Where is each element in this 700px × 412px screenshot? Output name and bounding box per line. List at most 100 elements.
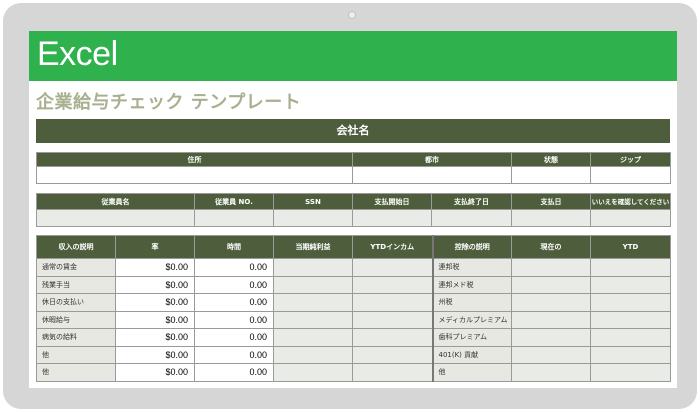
address-header-row: 住所 都市 状態 ジップ [36, 152, 671, 167]
deduction-current-cell[interactable] [511, 345, 591, 364]
main-header-row: 収入の説明 率 時間 当期純利益 YTDインカム 控除の説明 現在の YTD [36, 235, 671, 259]
current-income-cell[interactable] [273, 328, 353, 347]
company-name-header[interactable]: 会社名 [36, 119, 670, 143]
deduction-desc-cell[interactable]: 連邦メド税 [431, 275, 512, 294]
deduction-current-cell[interactable] [511, 328, 591, 347]
current-income-cell[interactable] [273, 310, 353, 329]
deduction-ytd-cell[interactable] [590, 258, 671, 277]
pay-start-header[interactable]: 支払開始日 [352, 193, 432, 210]
deduction-ytd-cell[interactable] [590, 363, 671, 382]
deduction-desc-cell[interactable]: 他 [431, 363, 512, 382]
deduction-ytd-cell[interactable] [590, 345, 671, 364]
address-cell[interactable] [36, 166, 353, 184]
table-row: 通常の賃金 $0.00 0.00 連邦税 [36, 258, 671, 277]
deduction-current-cell[interactable] [511, 310, 591, 329]
deduction-ytd-cell[interactable] [590, 310, 671, 329]
city-header[interactable]: 都市 [352, 152, 512, 167]
app-banner: Excel [29, 31, 677, 81]
hours-cell[interactable]: 0.00 [194, 258, 274, 277]
rate-cell[interactable]: $0.00 [115, 328, 195, 347]
earning-desc-cell[interactable]: 病気の給料 [36, 328, 116, 347]
hours-cell[interactable]: 0.00 [194, 363, 274, 382]
table-row: 病気の給料 $0.00 0.00 歯科プレミアム [36, 328, 671, 347]
city-cell[interactable] [352, 166, 512, 184]
hours-cell[interactable]: 0.00 [194, 293, 274, 312]
tablet-frame: Excel 企業給与チェック テンプレート 会社名 住所 都市 状態 ジップ 従… [3, 3, 697, 409]
pay-date-header[interactable]: 支払日 [511, 193, 591, 210]
state-cell[interactable] [511, 166, 591, 184]
state-header[interactable]: 状態 [511, 152, 591, 167]
current-income-cell[interactable] [273, 293, 353, 312]
earning-desc-header[interactable]: 収入の説明 [36, 235, 116, 259]
ytd-income-cell[interactable] [352, 328, 433, 347]
zip-cell[interactable] [590, 166, 671, 184]
address-table: 住所 都市 状態 ジップ [36, 152, 671, 184]
ytd-income-cell[interactable] [352, 293, 433, 312]
deduction-current-header[interactable]: 現在の [511, 235, 591, 259]
pay-date-cell[interactable] [511, 209, 591, 227]
current-income-cell[interactable] [273, 275, 353, 294]
current-income-header[interactable]: 当期純利益 [273, 235, 353, 259]
earning-desc-cell[interactable]: 他 [36, 345, 116, 364]
earning-desc-cell[interactable]: 残業手当 [36, 275, 116, 294]
deduction-ytd-header[interactable]: YTD [590, 235, 671, 259]
deduction-current-cell[interactable] [511, 293, 591, 312]
deduction-ytd-cell[interactable] [590, 293, 671, 312]
rate-header[interactable]: 率 [115, 235, 195, 259]
hours-header[interactable]: 時間 [194, 235, 274, 259]
deduction-current-cell[interactable] [511, 258, 591, 277]
earning-desc-cell[interactable]: 他 [36, 363, 116, 382]
pay-start-cell[interactable] [352, 209, 432, 227]
earning-desc-cell[interactable]: 休日の支払い [36, 293, 116, 312]
ytd-income-cell[interactable] [352, 363, 433, 382]
hours-cell[interactable]: 0.00 [194, 275, 274, 294]
current-income-cell[interactable] [273, 363, 353, 382]
hours-cell[interactable]: 0.00 [194, 328, 274, 347]
deduction-current-cell[interactable] [511, 363, 591, 382]
rate-cell[interactable]: $0.00 [115, 345, 195, 364]
pay-end-header[interactable]: 支払終了日 [431, 193, 512, 210]
rate-cell[interactable]: $0.00 [115, 258, 195, 277]
deduction-desc-cell[interactable]: 歯科プレミアム [431, 328, 512, 347]
ytd-income-cell[interactable] [352, 345, 433, 364]
address-header[interactable]: 住所 [36, 152, 353, 167]
employee-table: 従業員名 従業員 NO. SSN 支払開始日 支払終了日 支払日 いいえを確認し… [36, 193, 671, 227]
ytd-income-cell[interactable] [352, 275, 433, 294]
ssn-header[interactable]: SSN [273, 193, 353, 210]
ssn-cell[interactable] [273, 209, 353, 227]
hours-cell[interactable]: 0.00 [194, 310, 274, 329]
deduction-desc-cell[interactable]: 連邦税 [431, 258, 512, 277]
check-no-cell[interactable] [590, 209, 671, 227]
employee-header-row: 従業員名 従業員 NO. SSN 支払開始日 支払終了日 支払日 いいえを確認し… [36, 193, 671, 210]
earning-desc-cell[interactable]: 休暇給与 [36, 310, 116, 329]
camera-icon [348, 11, 356, 19]
deduction-ytd-cell[interactable] [590, 275, 671, 294]
rate-cell[interactable]: $0.00 [115, 363, 195, 382]
current-income-cell[interactable] [273, 258, 353, 277]
ytd-income-cell[interactable] [352, 310, 433, 329]
deduction-desc-cell[interactable]: 州税 [431, 293, 512, 312]
hours-cell[interactable]: 0.00 [194, 345, 274, 364]
rate-cell[interactable]: $0.00 [115, 310, 195, 329]
employee-no-cell[interactable] [194, 209, 274, 227]
employee-name-header[interactable]: 従業員名 [36, 193, 195, 210]
pay-end-cell[interactable] [431, 209, 512, 227]
deduction-desc-cell[interactable]: 401(K) 貢献 [431, 345, 512, 364]
table-row: 他 $0.00 0.00 401(K) 貢献 [36, 345, 671, 364]
rate-cell[interactable]: $0.00 [115, 293, 195, 312]
deduction-desc-cell[interactable]: メディカルプレミアム [431, 310, 512, 329]
rate-cell[interactable]: $0.00 [115, 275, 195, 294]
deduction-desc-header[interactable]: 控除の説明 [431, 235, 512, 259]
employee-no-header[interactable]: 従業員 NO. [194, 193, 274, 210]
earnings-deductions-table: 収入の説明 率 時間 当期純利益 YTDインカム 控除の説明 現在の YTD 通… [36, 235, 671, 382]
ytd-income-header[interactable]: YTDインカム [352, 235, 433, 259]
deduction-current-cell[interactable] [511, 275, 591, 294]
check-no-header[interactable]: いいえを確認してください [590, 193, 671, 210]
employee-name-cell[interactable] [36, 209, 195, 227]
current-income-cell[interactable] [273, 345, 353, 364]
deduction-ytd-cell[interactable] [590, 328, 671, 347]
zip-header[interactable]: ジップ [590, 152, 671, 167]
ytd-income-cell[interactable] [352, 258, 433, 277]
earning-desc-cell[interactable]: 通常の賃金 [36, 258, 116, 277]
app-brand: Excel [37, 35, 118, 73]
